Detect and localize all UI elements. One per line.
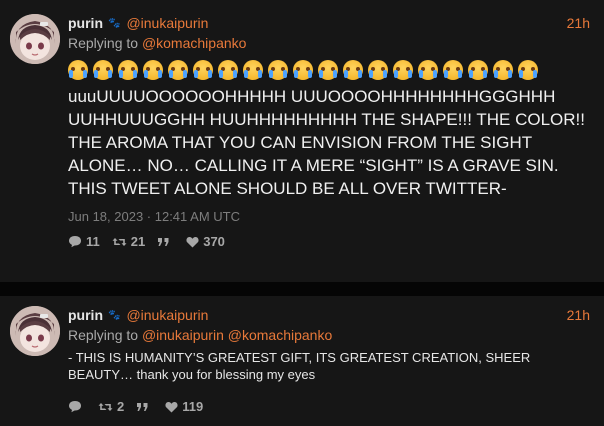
heart-icon: [165, 401, 178, 412]
tweet-content: purin 🐾 @inukaipurin 21h Replying to @in…: [68, 306, 590, 414]
display-name[interactable]: purin: [68, 307, 103, 323]
loudly-crying-face-icon: [418, 60, 438, 80]
like-count[interactable]: 370: [186, 234, 225, 249]
retweet-count[interactable]: 2: [98, 399, 124, 414]
comment-icon: [69, 401, 81, 413]
retweet-count-value: 2: [117, 399, 125, 414]
loudly-crying-face-icon: [218, 60, 238, 80]
reply-count[interactable]: [68, 400, 86, 413]
heart-icon: [186, 236, 199, 247]
quote-icon: [158, 237, 169, 246]
loudly-crying-face-icon: [518, 60, 538, 80]
loudly-crying-face-icon: [318, 60, 338, 80]
like-count-value: 370: [203, 234, 225, 249]
tweet-1[interactable]: purin 🐾 @inukaipurin 21h Replying to @ko…: [0, 0, 604, 282]
loudly-crying-face-icon: [443, 60, 463, 80]
emoji-row: [68, 60, 590, 80]
loudly-crying-face-icon: [368, 60, 388, 80]
loudly-crying-face-icon: [268, 60, 288, 80]
replying-to: Replying to @inukaipurin @komachipanko: [68, 327, 590, 345]
username[interactable]: @inukaipurin: [126, 307, 208, 323]
quote-icon: [137, 402, 148, 411]
like-count-value: 119: [182, 399, 204, 414]
loudly-crying-face-icon: [118, 60, 138, 80]
reply-mention-link[interactable]: @inukaipurin: [142, 327, 224, 343]
tweet-time[interactable]: 21h: [567, 307, 590, 323]
loudly-crying-face-icon: [68, 60, 88, 80]
tweet-stats: 11 21 370: [68, 234, 590, 249]
quote-count[interactable]: [136, 402, 153, 412]
reply-mention-link[interactable]: @komachipanko: [142, 35, 247, 51]
paw-icon: 🐾: [108, 17, 121, 29]
tweet-2[interactable]: purin 🐾 @inukaipurin 21h Replying to @in…: [0, 296, 604, 426]
paw-icon: 🐾: [108, 309, 121, 321]
comment-icon: [69, 236, 81, 248]
replying-to: Replying to @komachipanko: [68, 35, 590, 53]
avatar[interactable]: [10, 14, 60, 64]
tweet-text: uuuUUUUOOOOOOHHHHH UUUOOOOHHHHHHHHGGGHHH…: [68, 87, 585, 198]
tweet-date[interactable]: Jun 18, 2023 · 12:41 AM UTC: [68, 209, 590, 224]
loudly-crying-face-icon: [293, 60, 313, 80]
replying-to-label: Replying to: [68, 327, 139, 343]
tweet-time[interactable]: 21h: [567, 15, 590, 31]
retweet-count[interactable]: 21: [112, 234, 145, 249]
tweet-header: purin 🐾 @inukaipurin 21h: [68, 14, 590, 32]
tweet-header: purin 🐾 @inukaipurin 21h: [68, 306, 590, 324]
avatar[interactable]: [10, 306, 60, 356]
reply-count-value: 11: [86, 234, 100, 249]
like-count[interactable]: 119: [165, 399, 203, 414]
reply-mention-link[interactable]: @komachipanko: [228, 327, 333, 343]
retweet-icon: [112, 237, 127, 246]
loudly-crying-face-icon: [493, 60, 513, 80]
tweet-stats: 2 119: [68, 399, 590, 414]
loudly-crying-face-icon: [393, 60, 413, 80]
retweet-icon: [98, 402, 113, 411]
loudly-crying-face-icon: [168, 60, 188, 80]
loudly-crying-face-icon: [468, 60, 488, 80]
loudly-crying-face-icon: [343, 60, 363, 80]
tweet-content: purin 🐾 @inukaipurin 21h Replying to @ko…: [68, 14, 590, 249]
replying-to-label: Replying to: [68, 35, 139, 51]
reply-count[interactable]: 11: [68, 234, 100, 249]
display-name[interactable]: purin: [68, 15, 103, 31]
username[interactable]: @inukaipurin: [126, 15, 208, 31]
retweet-count-value: 21: [130, 234, 146, 249]
tweet-text: - THIS IS HUMANITY’S GREATEST GIFT, ITS …: [68, 350, 531, 382]
quote-count[interactable]: [157, 237, 174, 247]
loudly-crying-face-icon: [143, 60, 163, 80]
loudly-crying-face-icon: [93, 60, 113, 80]
loudly-crying-face-icon: [193, 60, 213, 80]
loudly-crying-face-icon: [243, 60, 263, 80]
